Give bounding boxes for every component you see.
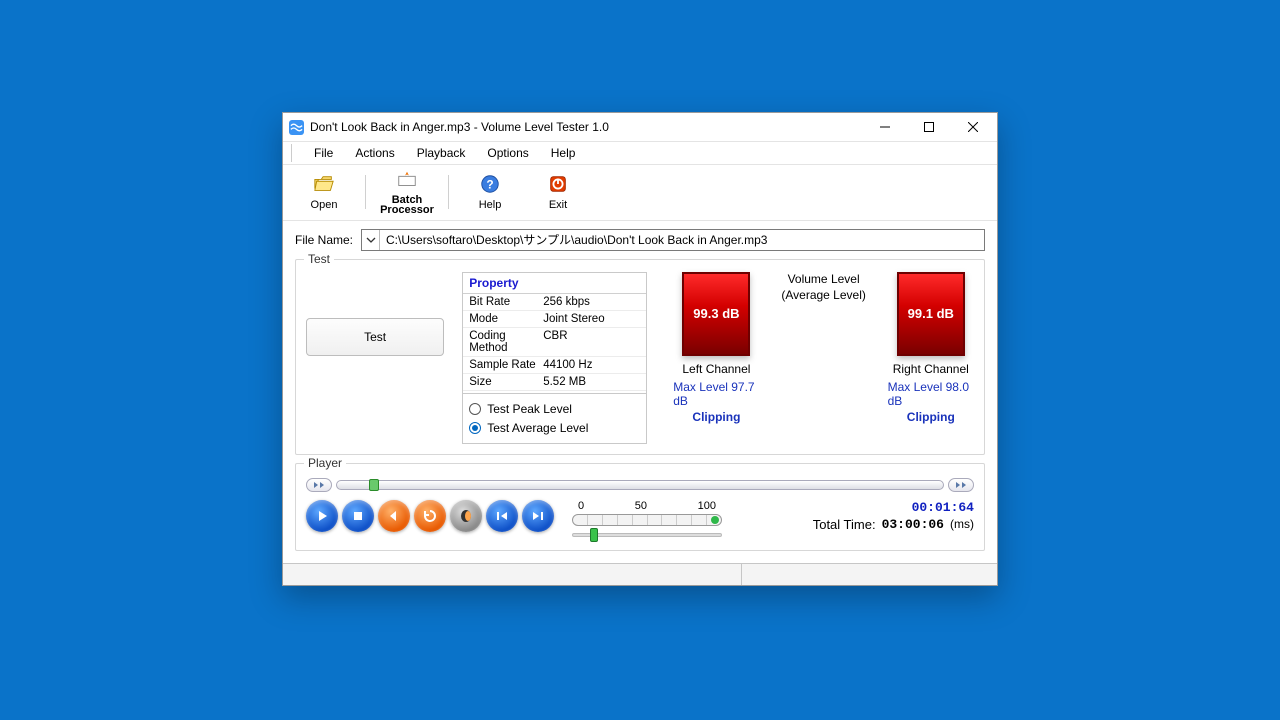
right-max-level: Max Level 98.0 dB: [888, 380, 974, 408]
seek-end-button[interactable]: [948, 478, 974, 492]
toolbar-help-label: Help: [479, 199, 502, 211]
volume-slider-thumb[interactable]: [590, 528, 598, 542]
time-unit: (ms): [950, 517, 974, 532]
test-group: Test Test Property Bit Rate256 kbps Mode…: [295, 259, 985, 455]
property-panel: Property Bit Rate256 kbps ModeJoint Ster…: [462, 272, 647, 444]
volume-scale-bar[interactable]: [572, 514, 722, 526]
toolbar-help[interactable]: ? Help: [459, 171, 521, 213]
play-button[interactable]: [306, 500, 338, 532]
left-channel-meter: 99.3 dB: [682, 272, 750, 356]
property-header: Property: [463, 273, 646, 294]
file-row: File Name: C:\Users\softaro\Desktop\サンプル…: [283, 221, 997, 255]
meters: 99.3 dB Left Channel Max Level 97.7 dB C…: [673, 272, 974, 424]
maximize-button[interactable]: [907, 113, 951, 141]
menubar-divider: [291, 144, 292, 162]
stop-button[interactable]: [342, 500, 374, 532]
batch-icon: [396, 169, 418, 194]
player-legend: Player: [304, 456, 346, 470]
test-legend: Test: [304, 252, 334, 266]
toolbar-batch-label: Batch Processor: [380, 195, 434, 216]
repeat-back-button[interactable]: [378, 500, 410, 532]
scale-indicator-icon: [711, 516, 719, 524]
volume-level-subtitle: (Average Level): [781, 288, 866, 302]
right-clipping: Clipping: [907, 410, 955, 424]
status-bar: [283, 563, 997, 585]
time-display: 00:01:64 Total Time: 03:00:06 (ms): [813, 500, 974, 532]
titlebar: Don't Look Back in Anger.mp3 - Volume Le…: [283, 113, 997, 141]
file-name-combobox[interactable]: C:\Users\softaro\Desktop\サンプル\audio\Don'…: [361, 229, 985, 251]
window-title: Don't Look Back in Anger.mp3 - Volume Le…: [310, 120, 609, 134]
property-row: Size5.52 MB: [463, 374, 646, 391]
help-icon: ?: [479, 173, 501, 198]
exit-icon: [547, 173, 569, 198]
menu-help[interactable]: Help: [547, 144, 580, 162]
seek-start-button[interactable]: [306, 478, 332, 492]
menubar: File Actions Playback Options Help: [283, 141, 997, 165]
app-window: Don't Look Back in Anger.mp3 - Volume Le…: [282, 112, 998, 586]
radio-test-peak-level[interactable]: Test Peak Level: [469, 402, 640, 416]
toolbar: Open Batch Processor ? Help Exit: [283, 165, 997, 221]
property-row: Sample Rate44100 Hz: [463, 357, 646, 374]
menu-options[interactable]: Options: [483, 144, 532, 162]
folder-open-icon: [313, 173, 335, 198]
radio-test-average-level[interactable]: Test Average Level: [469, 421, 640, 435]
file-name-value: C:\Users\softaro\Desktop\サンプル\audio\Don'…: [380, 231, 773, 248]
app-icon: [289, 120, 304, 135]
close-button[interactable]: [951, 113, 995, 141]
toolbar-exit-label: Exit: [549, 199, 567, 211]
volume-level-title: Volume Level: [788, 272, 860, 286]
next-track-button[interactable]: [522, 500, 554, 532]
test-button[interactable]: Test: [306, 318, 444, 356]
menu-file[interactable]: File: [310, 144, 337, 162]
property-row: Coding MethodCBR: [463, 328, 646, 357]
right-channel-label: Right Channel: [893, 362, 969, 376]
volume-scale: 050100: [572, 500, 722, 540]
progress-bar[interactable]: [306, 478, 974, 492]
left-clipping: Clipping: [692, 410, 740, 424]
menu-playback[interactable]: Playback: [413, 144, 470, 162]
left-channel-label: Left Channel: [682, 362, 750, 376]
svg-text:?: ?: [486, 178, 493, 192]
menu-actions[interactable]: Actions: [351, 144, 398, 162]
toolbar-open[interactable]: Open: [293, 171, 355, 213]
chevron-down-icon[interactable]: [362, 230, 380, 250]
toolbar-batch[interactable]: Batch Processor: [376, 167, 438, 218]
total-time: 03:00:06: [882, 517, 944, 532]
left-max-level: Max Level 97.7 dB: [673, 380, 759, 408]
property-row: ModeJoint Stereo: [463, 311, 646, 328]
progress-track[interactable]: [336, 480, 944, 490]
repeat-button[interactable]: [414, 500, 446, 532]
toolbar-exit[interactable]: Exit: [527, 171, 589, 213]
total-time-label: Total Time:: [813, 517, 876, 532]
property-row: Bit Rate256 kbps: [463, 294, 646, 311]
volume-slider[interactable]: [572, 530, 722, 540]
file-name-label: File Name:: [295, 233, 353, 247]
toolbar-separator: [448, 175, 449, 209]
current-time: 00:01:64: [813, 500, 974, 515]
toolbar-separator: [365, 175, 366, 209]
minimize-button[interactable]: [863, 113, 907, 141]
balance-button[interactable]: [450, 500, 482, 532]
right-channel-meter: 99.1 dB: [897, 272, 965, 356]
progress-thumb[interactable]: [369, 479, 379, 491]
player-group: Player 050100 00:01:64: [295, 463, 985, 551]
toolbar-open-label: Open: [311, 199, 338, 211]
prev-track-button[interactable]: [486, 500, 518, 532]
